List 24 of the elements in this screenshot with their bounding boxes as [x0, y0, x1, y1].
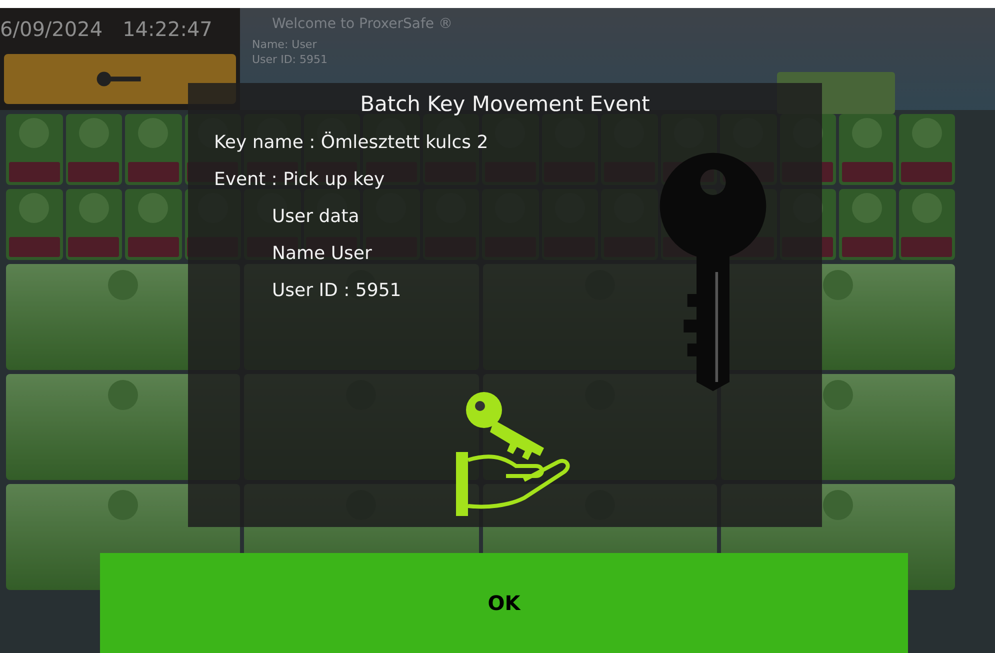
- key-slot[interactable]: [6, 114, 62, 185]
- key-slot[interactable]: [898, 114, 955, 185]
- date-text: 6/09/2024: [0, 17, 103, 41]
- user-id-text: User ID: 5951: [252, 53, 328, 66]
- key-slot[interactable]: [66, 189, 122, 260]
- user-data-heading: User data: [271, 206, 360, 227]
- key-slot[interactable]: [66, 114, 122, 185]
- time-text: 14:22:47: [122, 17, 212, 41]
- user-name-text: Name: User: [252, 38, 318, 51]
- key-slot[interactable]: [6, 189, 62, 260]
- logout-button[interactable]: [4, 54, 236, 104]
- user-detail-text: User ID : 5951: [271, 280, 402, 301]
- welcome-text: Welcome to ProxerSafe ®: [271, 16, 452, 32]
- ok-button[interactable]: OK: [100, 553, 908, 653]
- key-slot[interactable]: [839, 189, 896, 260]
- event-detail-text: Event : Pick up key: [213, 169, 386, 190]
- key-slot[interactable]: [839, 114, 896, 185]
- dialog-title: Batch Key Movement Event: [359, 92, 651, 116]
- key-slot[interactable]: [125, 114, 182, 185]
- key-icon: [96, 71, 144, 87]
- event-detail-text: Key name : Ömlesztett kulcs 2: [213, 132, 490, 153]
- key-slot[interactable]: [898, 189, 955, 260]
- key-slot[interactable]: [125, 189, 182, 260]
- user-detail-text: Name User: [271, 243, 373, 264]
